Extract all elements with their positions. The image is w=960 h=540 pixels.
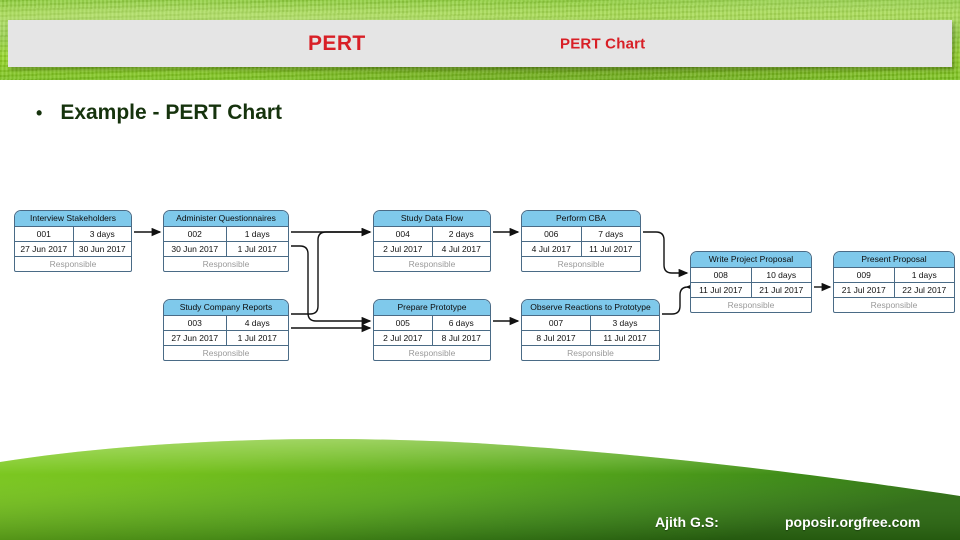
pert-node-end-date: 1 Jul 2017	[237, 244, 277, 254]
pert-node-code: 002	[164, 227, 227, 241]
pert-node-start-date: 27 Jun 2017	[164, 331, 227, 345]
pert-node-end-date: 21 Jul 2017	[759, 285, 804, 295]
pert-node-start-date: 21 Jul 2017	[834, 283, 895, 297]
pert-node-id-duration-row: 004 2 days	[374, 227, 490, 242]
pert-node-end-date: 22 Jul 2017	[902, 285, 947, 295]
pert-node-code: 009	[834, 268, 895, 282]
pert-node-id-duration-row: 008 10 days	[691, 268, 811, 283]
pert-node-id-duration-row: 003 4 days	[164, 316, 288, 331]
pert-node-duration: 6 days	[448, 318, 474, 328]
pert-node-dates-row: 30 Jun 2017 1 Jul 2017	[164, 242, 288, 257]
pert-node-005[interactable]: Prepare Prototype 005 6 days 2 Jul 2017 8 Ju…	[373, 299, 491, 361]
pert-node-task-name: Write Project Proposal	[691, 252, 811, 268]
slide-footer: Ajith G.S: poposir.orgfree.com	[0, 514, 960, 536]
pert-node-start-date: 8 Jul 2017	[522, 331, 591, 345]
pert-node-duration: 10 days	[766, 270, 797, 280]
pert-node-task-name: Administer Questionnaires	[164, 211, 288, 227]
pert-node-end-date: 4 Jul 2017	[441, 244, 481, 254]
pert-node-start-date: 4 Jul 2017	[522, 242, 582, 256]
pert-node-task-name: Interview Stakeholders	[15, 211, 131, 227]
pert-node-responsible: Responsible	[202, 348, 250, 358]
pert-node-003[interactable]: Study Company Reports 003 4 days 27 Jun 201…	[163, 299, 289, 361]
pert-node-id-duration-row: 002 1 days	[164, 227, 288, 242]
page-title: PERT	[308, 31, 366, 55]
footer-author: Ajith G.S:	[655, 514, 719, 530]
pert-node-end-date: 11 Jul 2017	[589, 244, 633, 254]
pert-node-code: 003	[164, 316, 227, 330]
page-subtitle: PERT Chart	[560, 35, 646, 52]
pert-node-start-date: 2 Jul 2017	[374, 331, 433, 345]
pert-node-task-name: Observe Reactions to Prototype	[522, 300, 659, 316]
pert-node-task-name: Present Proposal	[834, 252, 954, 268]
pert-node-009[interactable]: Present Proposal 009 1 days 21 Jul 2017 22 J…	[833, 251, 955, 313]
pert-node-id-duration-row: 007 3 days	[522, 316, 659, 331]
pert-node-dates-row: 27 Jun 2017 1 Jul 2017	[164, 331, 288, 346]
pert-node-008[interactable]: Write Project Proposal 008 10 days 11 Jul 2…	[690, 251, 812, 313]
footer-site: poposir.orgfree.com	[785, 514, 921, 530]
pert-node-dates-row: 2 Jul 2017 4 Jul 2017	[374, 242, 490, 257]
pert-node-duration: 2 days	[448, 229, 474, 239]
pert-node-task-name: Study Data Flow	[374, 211, 490, 227]
pert-node-dates-row: 27 Jun 2017 30 Jun 2017	[15, 242, 131, 257]
pert-node-id-duration-row: 005 6 days	[374, 316, 490, 331]
pert-node-duration: 1 days	[911, 270, 937, 280]
pert-node-004[interactable]: Study Data Flow 004 2 days 2 Jul 2017 4 Jul …	[373, 210, 491, 272]
pert-node-start-date: 30 Jun 2017	[164, 242, 227, 256]
pert-node-start-date: 2 Jul 2017	[374, 242, 433, 256]
pert-node-002[interactable]: Administer Questionnaires 002 1 days 30 Jun…	[163, 210, 289, 272]
pert-node-007[interactable]: Observe Reactions to Prototype 007 3 days 8…	[521, 299, 660, 361]
pert-node-duration: 4 days	[244, 318, 270, 328]
pert-node-task-name: Study Company Reports	[164, 300, 288, 316]
pert-node-dates-row: 8 Jul 2017 11 Jul 2017	[522, 331, 659, 346]
pert-node-duration: 7 days	[598, 229, 624, 239]
bullet-text: Example - PERT Chart	[60, 101, 283, 124]
pert-node-id-duration-row: 006 7 days	[522, 227, 640, 242]
pert-node-responsible: Responsible	[870, 300, 918, 310]
pert-node-dates-row: 2 Jul 2017 8 Jul 2017	[374, 331, 490, 346]
pert-node-responsible: Responsible	[202, 259, 250, 269]
pert-node-end-date: 11 Jul 2017	[603, 333, 647, 343]
bullet-marker-icon: •	[36, 103, 43, 123]
pert-node-task-name: Perform CBA	[522, 211, 640, 227]
pert-node-001[interactable]: Interview Stakeholders 001 3 days 27 Jun 20…	[14, 210, 132, 272]
pert-node-duration: 1 days	[244, 229, 270, 239]
pert-node-duration: 3 days	[89, 229, 115, 239]
pert-node-code: 004	[374, 227, 433, 241]
pert-node-start-date: 11 Jul 2017	[691, 283, 752, 297]
pert-chart: Interview Stakeholders 001 3 days 27 Jun 20…	[0, 185, 960, 385]
pert-node-006[interactable]: Perform CBA 006 7 days 4 Jul 2017 11 Jul 201…	[521, 210, 641, 272]
bullet-line: • Example - PERT Chart	[36, 101, 282, 125]
pert-node-responsible: Responsible	[408, 259, 456, 269]
pert-node-dates-row: 21 Jul 2017 22 Jul 2017	[834, 283, 954, 298]
pert-node-id-duration-row: 001 3 days	[15, 227, 131, 242]
pert-node-responsible: Responsible	[567, 348, 614, 358]
pert-node-code: 001	[15, 227, 74, 241]
pert-node-responsible: Responsible	[49, 259, 97, 269]
pert-node-task-name: Prepare Prototype	[374, 300, 490, 316]
pert-node-end-date: 1 Jul 2017	[237, 333, 277, 343]
pert-node-code: 005	[374, 316, 433, 330]
pert-node-responsible: Responsible	[408, 348, 456, 358]
pert-node-responsible: Responsible	[727, 300, 775, 310]
pert-node-duration: 3 days	[612, 318, 638, 328]
pert-node-dates-row: 11 Jul 2017 21 Jul 2017	[691, 283, 811, 298]
pert-node-end-date: 30 Jun 2017	[78, 244, 126, 254]
pert-node-code: 007	[522, 316, 591, 330]
pert-node-id-duration-row: 009 1 days	[834, 268, 954, 283]
pert-node-code: 008	[691, 268, 752, 282]
pert-node-end-date: 8 Jul 2017	[441, 333, 481, 343]
pert-node-dates-row: 4 Jul 2017 11 Jul 2017	[522, 242, 640, 257]
slide-header-bar: PERT PERT Chart	[8, 20, 952, 67]
pert-node-code: 006	[522, 227, 582, 241]
pert-node-responsible: Responsible	[557, 259, 605, 269]
pert-node-start-date: 27 Jun 2017	[15, 242, 74, 256]
